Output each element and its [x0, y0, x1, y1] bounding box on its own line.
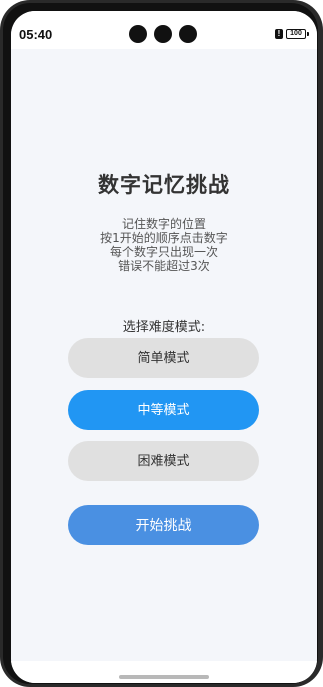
- navigation-area: [11, 661, 317, 683]
- camera-lens-icon: [179, 25, 197, 43]
- status-time: 05:40: [19, 27, 53, 42]
- difficulty-label: 选择难度模式:: [122, 320, 206, 335]
- instruction-line: 按1开始的顺序点击数字: [100, 231, 228, 245]
- hard-mode-button[interactable]: 困难模式: [68, 441, 259, 481]
- camera-lens-icon: [154, 25, 172, 43]
- phone-bezel: 05:40 ! 100 数字记忆挑战 记住数字的位置 按1开始的顺序点击数字 每…: [3, 3, 318, 684]
- instructions: 记住数字的位置 按1开始的顺序点击数字 每个数字只出现一次 错误不能超过3次: [11, 217, 317, 273]
- app-screen: 05:40 ! 100 数字记忆挑战 记住数字的位置 按1开始的顺序点击数字 每…: [11, 11, 317, 683]
- battery-icon: 100: [286, 29, 309, 39]
- home-indicator[interactable]: [119, 675, 209, 679]
- instruction-line: 错误不能超过3次: [118, 259, 210, 273]
- phone-frame: 05:40 ! 100 数字记忆挑战 记住数字的位置 按1开始的顺序点击数字 每…: [0, 0, 323, 687]
- page-title: 数字记忆挑战: [98, 173, 230, 197]
- instruction-line: 记住数字的位置: [121, 217, 206, 231]
- start-challenge-button[interactable]: 开始挑战: [68, 505, 259, 545]
- easy-mode-button[interactable]: 简单模式: [68, 338, 259, 378]
- medium-mode-button[interactable]: 中等模式: [68, 390, 259, 430]
- camera-lens-icon: [129, 25, 147, 43]
- status-bar: 05:40 ! 100: [11, 11, 317, 49]
- status-indicators: ! 100: [275, 29, 309, 39]
- alert-icon: !: [275, 29, 283, 39]
- instruction-line: 每个数字只出现一次: [109, 245, 218, 259]
